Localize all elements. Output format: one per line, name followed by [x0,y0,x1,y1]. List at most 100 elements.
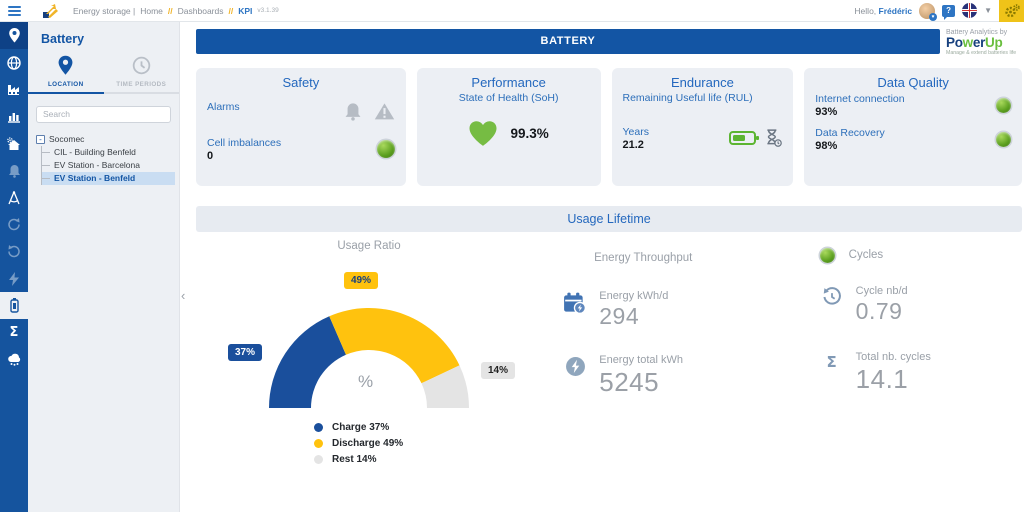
rail-loop-back-icon[interactable] [0,211,28,238]
heart-badge-icon: ♥ [929,13,937,21]
safety-card: Safety Alarms Cell imbalances 0 [196,68,406,186]
cell-imbalances-label: Cell imbalances [207,137,281,149]
data-quality-title: Data Quality [815,75,1011,90]
tree-node-cil-building-benfeld[interactable]: CIL - Building Benfeld [42,146,175,159]
breadcrumb-kpi[interactable]: KPI [238,6,252,16]
rail-globe-icon[interactable] [0,49,28,76]
internet-connection-label: Internet connection [815,93,904,105]
tree-node-root[interactable]: - Socomec [36,133,175,146]
performance-title: Performance [428,75,590,90]
tree-root-label: Socomec [49,134,84,144]
help-chat-icon[interactable]: ? [942,5,955,17]
breadcrumb-dashboards[interactable]: Dashboards [178,6,224,16]
cycles-status-led [820,248,835,263]
hourglass-clock-icon [764,129,782,147]
calendar-energy-icon [563,290,587,330]
data-recovery-label: Data Recovery [815,127,884,139]
chevron-down-icon[interactable]: ▼ [984,6,992,15]
cycle-nbd-label: Cycle nb/d [856,285,908,297]
panel-title: Battery [28,22,179,46]
energy-kwhd-value: 294 [599,303,668,330]
rest-badge: 14% [481,362,515,379]
rail-sigma-icon[interactable]: Σ [0,319,28,346]
rail-bar-chart-icon[interactable] [0,103,28,130]
powerup-logo: PowerUp [946,36,1022,50]
greeting-text: Hello, Frédéric [854,6,912,16]
tree-node-ev-station-benfeld[interactable]: EV Station - Benfeld [42,172,175,185]
rul-label: Remaining Useful life (RUL) [623,92,783,104]
rail-lightning-icon[interactable] [0,265,28,292]
usage-lifetime-header: Usage Lifetime [196,206,1022,232]
app-version: v3.1.39 [257,7,278,14]
breadcrumb: Energy storage | Home // Dashboards // K… [73,6,279,16]
legend-discharge[interactable]: Discharge 49% [314,438,541,449]
legend-dot-charge [314,423,323,432]
socomec-logo-icon[interactable] [42,4,59,18]
warning-triangle-icon [374,102,395,121]
data-recovery-status-led [996,132,1011,147]
avatar[interactable]: ♥ [919,3,935,19]
energy-total-value: 5245 [599,367,683,398]
cycle-history-icon [820,285,844,325]
rail-cloud-snow-icon[interactable] [0,346,28,373]
tree-node-ev-station-barcelona[interactable]: EV Station - Barcelona [42,159,175,172]
user-name: Frédéric [879,6,913,16]
breadcrumb-separator: // [228,6,233,16]
legend-dot-discharge [314,439,323,448]
language-flag-icon[interactable] [962,3,977,18]
legend-charge[interactable]: Charge 37% [314,422,541,433]
energy-total-label: Energy total kWh [599,354,683,366]
legend-rest[interactable]: Rest 14% [314,454,541,465]
gauge-center-label: % [358,372,373,392]
breadcrumb-home[interactable]: Home [140,6,163,16]
rail-battery-icon[interactable] [0,292,28,319]
sigma-total-icon: Σ [820,351,844,395]
cycle-nbd-value: 0.79 [856,298,908,325]
breadcrumb-app: Energy storage | [73,6,135,16]
tab-location[interactable]: LOCATION [28,52,104,92]
battery-panel: Battery LOCATION TIME PERIODS - Socome [28,22,180,512]
gears-icon [1004,4,1020,18]
icon-rail: Σ [0,22,28,512]
usage-ratio-title: Usage Ratio [204,240,534,252]
usage-gauge-svg [265,304,473,408]
panel-collapse-chevron-icon[interactable]: ‹ [181,288,185,303]
alarm-bell-icon [344,102,362,121]
cell-imbalances-value: 0 [207,150,281,162]
main-content: BATTERY Battery Analytics by PowerUp Man… [196,22,1022,512]
performance-card: Performance State of Health (SoH) 99.3% [417,68,601,186]
tab-time-periods[interactable]: TIME PERIODS [104,52,180,92]
internet-connection-value: 93% [815,106,904,118]
data-quality-card: Data Quality Internet connection 93% Dat… [804,68,1022,186]
discharge-badge: 49% [344,272,378,289]
settings-button[interactable] [999,0,1024,22]
menu-hamburger-icon[interactable] [0,6,28,16]
rail-factory-icon[interactable] [0,76,28,103]
soh-label: State of Health (SoH) [428,92,590,104]
legend-dot-rest [314,455,323,464]
breadcrumb-separator: // [168,6,173,16]
charge-badge: 37% [228,344,262,361]
energy-total-icon [563,354,587,398]
rail-bell-icon[interactable] [0,157,28,184]
usage-ratio-block: Usage Ratio 49% 37% 14% % Charge 37% Dis… [204,240,541,465]
rail-location-pin-icon[interactable] [0,22,28,49]
rail-compass-icon[interactable] [0,184,28,211]
endurance-card: Endurance Remaining Useful life (RUL) Ye… [612,68,794,186]
cell-imbalances-status-led [377,140,395,158]
rail-loop-forward-icon[interactable] [0,238,28,265]
powerup-brand: Battery Analytics by PowerUp Manage & ex… [946,29,1022,56]
endurance-title: Endurance [623,75,783,90]
top-bar: Energy storage | Home // Dashboards // K… [0,0,1024,22]
tree-expand-toggle[interactable]: - [36,135,45,144]
years-value: 21.2 [623,139,649,151]
energy-throughput-block: Energy Throughput Energy kWh/d 294 [563,240,789,465]
location-pin-icon [57,52,74,78]
cycles-block: Cycles Cycle nb/d 0.79 Σ Total nb. cycle… [820,240,1022,465]
rail-home-gear-icon[interactable] [0,130,28,157]
energy-throughput-title: Energy Throughput [563,252,723,264]
cycles-title: Cycles [849,249,884,261]
safety-title: Safety [207,75,395,90]
search-input[interactable] [36,106,171,123]
location-tree: - Socomec CIL - Building Benfeld EV Stat… [36,133,175,185]
